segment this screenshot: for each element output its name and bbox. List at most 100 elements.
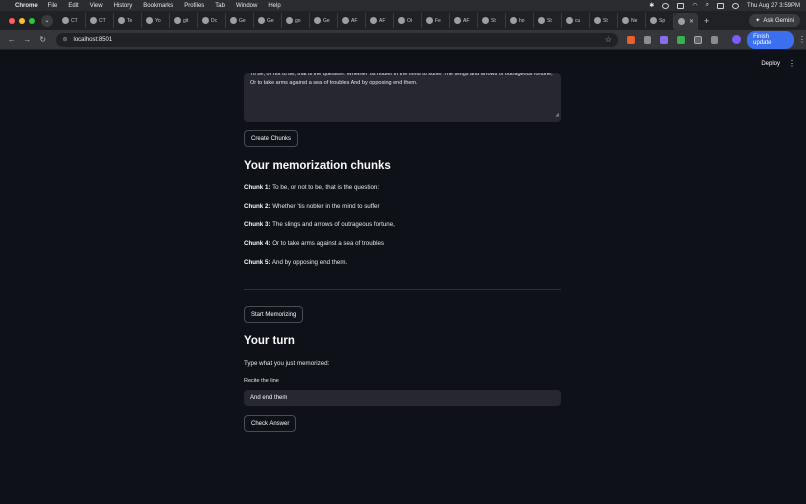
menu-view[interactable]: View <box>90 3 103 9</box>
bookmark-star-icon[interactable]: ☆ <box>605 35 612 44</box>
address-bar[interactable]: ⊜ localhost:8501 ☆ <box>56 32 618 47</box>
menu-clock[interactable]: Thu Aug 27 3:59PM <box>747 3 800 9</box>
resize-handle-icon[interactable]: ◢ <box>555 111 559 120</box>
tab-search-chevron-icon[interactable]: ⌄ <box>41 14 53 27</box>
create-chunks-button[interactable]: Create Chunks <box>244 130 299 147</box>
battery-icon[interactable] <box>677 2 685 9</box>
browser-tab[interactable]: Te <box>114 13 142 28</box>
tab-favicon-icon <box>650 17 657 24</box>
browser-tab[interactable]: git <box>170 13 198 28</box>
extension-icon[interactable] <box>626 35 635 44</box>
ask-gemini-button[interactable]: ✦ Ask Gemini <box>749 14 800 27</box>
menu-help[interactable]: Help <box>268 3 280 9</box>
ask-gemini-label: Ask Gemini <box>763 17 794 24</box>
tab-favicon-icon <box>370 17 377 24</box>
menu-history[interactable]: History <box>114 3 133 9</box>
browser-tab[interactable]: Oi <box>394 13 422 28</box>
reload-icon[interactable]: ↻ <box>35 35 50 44</box>
menu-edit[interactable]: Edit <box>68 3 78 9</box>
chunk-text: The slings and arrows of outrageous fort… <box>272 221 395 228</box>
macos-menu-bar: Chrome File Edit View History Bookmarks … <box>0 0 806 11</box>
forward-arrow-icon[interactable]: → <box>19 35 34 44</box>
turn-heading: Your turn <box>244 335 295 347</box>
browser-tab[interactable]: St <box>590 13 618 28</box>
chunk-text: Or to take arms against a sea of trouble… <box>272 240 384 247</box>
browser-tab[interactable]: Yo <box>142 13 170 28</box>
finish-update-button[interactable]: Finish update <box>747 30 794 49</box>
tab-favicon-icon <box>314 17 321 24</box>
back-arrow-icon[interactable]: ← <box>4 35 19 44</box>
tab-favicon-icon <box>90 17 97 24</box>
tab-title: Ne <box>631 17 638 24</box>
app-menu-icon[interactable]: ⋮ <box>788 59 796 68</box>
browser-tab[interactable]: AF <box>366 13 394 28</box>
browser-tab[interactable]: cu <box>562 13 590 28</box>
menu-tab[interactable]: Tab <box>215 3 225 9</box>
browser-tab[interactable]: Fe <box>422 13 450 28</box>
close-tab-icon[interactable]: ✕ <box>689 18 694 25</box>
browser-tab[interactable]: Sp <box>646 13 674 28</box>
menu-file[interactable]: File <box>48 3 58 9</box>
tab-favicon-icon <box>566 17 573 24</box>
tab-favicon-icon <box>62 17 69 24</box>
extension-icon[interactable] <box>677 35 685 44</box>
chunk-item: Chunk 3: The slings and arrows of outrag… <box>244 221 395 228</box>
control-center-icon[interactable] <box>716 2 724 9</box>
menu-profiles[interactable]: Profiles <box>184 3 204 9</box>
chunk-text: Whether 'tis nobler in the mind to suffe… <box>272 203 380 210</box>
tab-favicon-icon <box>454 17 461 24</box>
site-info-icon[interactable]: ⊜ <box>62 36 67 43</box>
browser-tab[interactable]: AF <box>450 13 478 28</box>
side-panel-icon[interactable] <box>710 35 719 44</box>
deploy-button[interactable]: Deploy <box>761 61 780 67</box>
source-text[interactable]: To be, or not to be, that is the questio… <box>250 73 555 88</box>
minimize-window-icon[interactable] <box>19 17 25 24</box>
browser-tab[interactable]: Dc <box>198 13 226 28</box>
spotlight-search-icon[interactable]: ⌕ <box>706 2 709 9</box>
browser-tab[interactable]: Ge <box>310 13 338 28</box>
browser-menu-icon[interactable]: ⋮ <box>798 35 806 44</box>
source-text-area[interactable]: To be, or not to be, that is the questio… <box>244 73 561 122</box>
menu-window[interactable]: Window <box>236 3 257 9</box>
menu-bookmarks[interactable]: Bookmarks <box>143 3 173 9</box>
browser-tab[interactable]: CT <box>58 13 86 28</box>
tab-title: CT <box>71 17 78 24</box>
chunk-label: Chunk 3: <box>244 221 271 228</box>
menu-status-area: ✱ ◠ ⌕ Thu Aug 27 3:59PM <box>649 2 800 9</box>
wifi-icon[interactable]: ◠ <box>692 2 697 9</box>
extension-icon[interactable] <box>660 35 669 44</box>
browser-tab[interactable]: Ge <box>254 13 282 28</box>
browser-tab[interactable]: CT <box>86 13 114 28</box>
browser-tab[interactable]: go <box>282 13 310 28</box>
tab-favicon-icon <box>286 17 293 24</box>
extension-icon[interactable] <box>643 35 652 44</box>
profile-avatar[interactable] <box>732 35 742 44</box>
tab-title: Ge <box>267 17 274 24</box>
zoom-window-icon[interactable] <box>29 17 35 24</box>
recite-input[interactable]: And end them <box>244 390 561 406</box>
section-divider <box>244 289 561 290</box>
browser-tab[interactable]: AF <box>338 13 366 28</box>
browser-tab[interactable]: Ge <box>226 13 254 28</box>
check-answer-button[interactable]: Check Answer <box>244 415 297 432</box>
browser-tab[interactable]: Ne <box>618 13 646 28</box>
record-icon[interactable] <box>662 2 670 9</box>
tab-favicon-icon <box>230 17 237 24</box>
tab-title: go <box>295 17 301 24</box>
browser-tab[interactable]: St <box>478 13 506 28</box>
browser-tab[interactable]: St <box>534 13 562 28</box>
new-tab-plus-icon[interactable]: + <box>704 16 709 26</box>
close-window-icon[interactable] <box>9 17 15 24</box>
start-memorizing-button[interactable]: Start Memorizing <box>244 306 304 323</box>
tab-favicon-icon <box>510 17 517 24</box>
bluetooth-icon[interactable]: ✱ <box>649 2 654 9</box>
tab-favicon-icon <box>342 17 349 24</box>
extensions-puzzle-icon[interactable] <box>693 35 702 44</box>
siri-icon[interactable] <box>731 2 739 9</box>
menu-app-name[interactable]: Chrome <box>15 3 38 9</box>
url-text[interactable]: localhost:8501 <box>73 37 112 43</box>
tab-active[interactable]: ✕ <box>674 13 698 30</box>
tab-favicon-icon <box>482 17 489 24</box>
browser-tab[interactable]: ho <box>506 13 534 28</box>
chunk-label: Chunk 2: <box>244 203 271 210</box>
